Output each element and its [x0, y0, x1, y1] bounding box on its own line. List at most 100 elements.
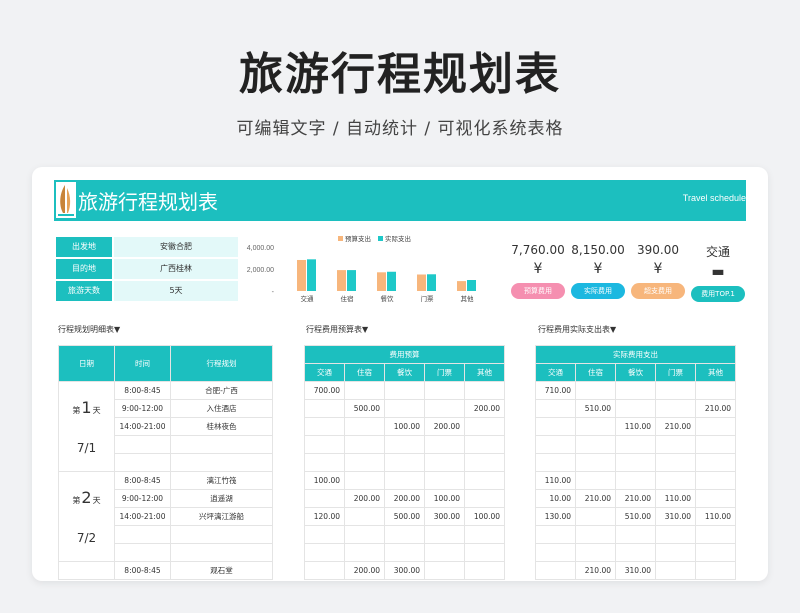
- amount-cell[interactable]: 200.00: [463, 399, 506, 418]
- amount-cell[interactable]: 130.00: [535, 507, 576, 526]
- amount-cell[interactable]: 110.00: [694, 507, 737, 526]
- amount-cell[interactable]: [615, 381, 656, 400]
- amount-cell[interactable]: [694, 381, 737, 400]
- time-cell[interactable]: 8:00-8:45: [114, 561, 171, 580]
- info-value[interactable]: 5天: [114, 281, 238, 301]
- amount-cell[interactable]: 700.00: [304, 381, 345, 400]
- amount-cell[interactable]: [463, 543, 506, 562]
- amount-cell[interactable]: [655, 381, 696, 400]
- amount-cell[interactable]: [535, 435, 576, 454]
- amount-cell[interactable]: [463, 417, 506, 436]
- time-cell[interactable]: 9:00-12:00: [114, 399, 171, 418]
- amount-cell[interactable]: [575, 471, 616, 490]
- amount-cell[interactable]: [304, 399, 345, 418]
- plan-cell[interactable]: 合肥-广西: [170, 381, 273, 400]
- plan-cell[interactable]: 桂林夜色: [170, 417, 273, 436]
- amount-cell[interactable]: 510.00: [615, 507, 656, 526]
- amount-cell[interactable]: [694, 453, 737, 472]
- amount-cell[interactable]: [694, 489, 737, 508]
- time-cell[interactable]: [114, 453, 171, 472]
- amount-cell[interactable]: [424, 399, 465, 418]
- plan-cell[interactable]: [170, 543, 273, 562]
- amount-cell[interactable]: [424, 435, 465, 454]
- amount-cell[interactable]: [384, 399, 425, 418]
- amount-cell[interactable]: [344, 525, 385, 544]
- amount-cell[interactable]: [575, 417, 616, 436]
- time-cell[interactable]: 8:00-8:45: [114, 471, 171, 490]
- amount-cell[interactable]: [344, 417, 385, 436]
- amount-cell[interactable]: [655, 453, 696, 472]
- budget-section-title[interactable]: 行程费用预算表▼: [306, 324, 368, 335]
- amount-cell[interactable]: 110.00: [615, 417, 656, 436]
- amount-cell[interactable]: 100.00: [463, 507, 506, 526]
- amount-cell[interactable]: [344, 471, 385, 490]
- amount-cell[interactable]: [694, 525, 737, 544]
- amount-cell[interactable]: [615, 471, 656, 490]
- amount-cell[interactable]: [424, 381, 465, 400]
- amount-cell[interactable]: [615, 453, 656, 472]
- amount-cell[interactable]: [344, 507, 385, 526]
- amount-cell[interactable]: [344, 543, 385, 562]
- plan-cell[interactable]: 逍遥湖: [170, 489, 273, 508]
- amount-cell[interactable]: [655, 435, 696, 454]
- amount-cell[interactable]: [615, 525, 656, 544]
- amount-cell[interactable]: [424, 543, 465, 562]
- time-cell[interactable]: 8:00-8:45: [114, 381, 171, 400]
- plan-cell[interactable]: [170, 453, 273, 472]
- time-cell[interactable]: 14:00-21:00: [114, 417, 171, 436]
- amount-cell[interactable]: [615, 399, 656, 418]
- time-cell[interactable]: [114, 435, 171, 454]
- expense-bar-chart[interactable]: 4,000.002,000.00-预算支出 实际支出交通 住宿 餐饮 门票 其他: [242, 231, 504, 311]
- amount-cell[interactable]: 300.00: [384, 561, 425, 580]
- amount-cell[interactable]: [575, 543, 616, 562]
- amount-cell[interactable]: 200.00: [384, 489, 425, 508]
- amount-cell[interactable]: [694, 417, 737, 436]
- amount-cell[interactable]: [384, 435, 425, 454]
- amount-cell[interactable]: [304, 453, 345, 472]
- amount-cell[interactable]: 210.00: [575, 489, 616, 508]
- amount-cell[interactable]: [424, 561, 465, 580]
- amount-cell[interactable]: [655, 561, 696, 580]
- amount-cell[interactable]: [304, 525, 345, 544]
- plan-cell[interactable]: 漓江竹筏: [170, 471, 273, 490]
- info-value[interactable]: 安徽合肥: [114, 237, 238, 257]
- amount-cell[interactable]: [463, 435, 506, 454]
- kpi-badge[interactable]: 实际费用: [571, 283, 625, 299]
- amount-cell[interactable]: [463, 489, 506, 508]
- amount-cell[interactable]: [463, 525, 506, 544]
- amount-cell[interactable]: [463, 561, 506, 580]
- amount-cell[interactable]: 300.00: [424, 507, 465, 526]
- time-cell[interactable]: 9:00-12:00: [114, 489, 171, 508]
- amount-cell[interactable]: [304, 543, 345, 562]
- time-cell[interactable]: 14:00-21:00: [114, 507, 171, 526]
- amount-cell[interactable]: [463, 471, 506, 490]
- amount-cell[interactable]: [575, 507, 616, 526]
- kpi-badge[interactable]: 费用TOP.1: [691, 286, 745, 302]
- amount-cell[interactable]: [384, 543, 425, 562]
- amount-cell[interactable]: [694, 471, 737, 490]
- amount-cell[interactable]: [535, 525, 576, 544]
- amount-cell[interactable]: 500.00: [344, 399, 385, 418]
- detail-section-title[interactable]: 行程规划明细表▼: [58, 324, 120, 335]
- amount-cell[interactable]: [694, 543, 737, 562]
- amount-cell[interactable]: 100.00: [304, 471, 345, 490]
- amount-cell[interactable]: [655, 471, 696, 490]
- amount-cell[interactable]: [655, 525, 696, 544]
- amount-cell[interactable]: [694, 561, 737, 580]
- amount-cell[interactable]: 310.00: [655, 507, 696, 526]
- actual-section-title[interactable]: 行程费用实际支出表▼: [538, 324, 616, 335]
- kpi-badge[interactable]: 超支费用: [631, 283, 685, 299]
- amount-cell[interactable]: [535, 399, 576, 418]
- amount-cell[interactable]: 510.00: [575, 399, 616, 418]
- amount-cell[interactable]: [575, 381, 616, 400]
- plan-cell[interactable]: 观石堂: [170, 561, 273, 580]
- time-cell[interactable]: [114, 543, 171, 562]
- amount-cell[interactable]: 210.00: [655, 417, 696, 436]
- amount-cell[interactable]: 210.00: [694, 399, 737, 418]
- amount-cell[interactable]: [344, 453, 385, 472]
- plan-cell[interactable]: 入住酒店: [170, 399, 273, 418]
- amount-cell[interactable]: [384, 525, 425, 544]
- amount-cell[interactable]: [535, 543, 576, 562]
- amount-cell[interactable]: 710.00: [535, 381, 576, 400]
- amount-cell[interactable]: [535, 453, 576, 472]
